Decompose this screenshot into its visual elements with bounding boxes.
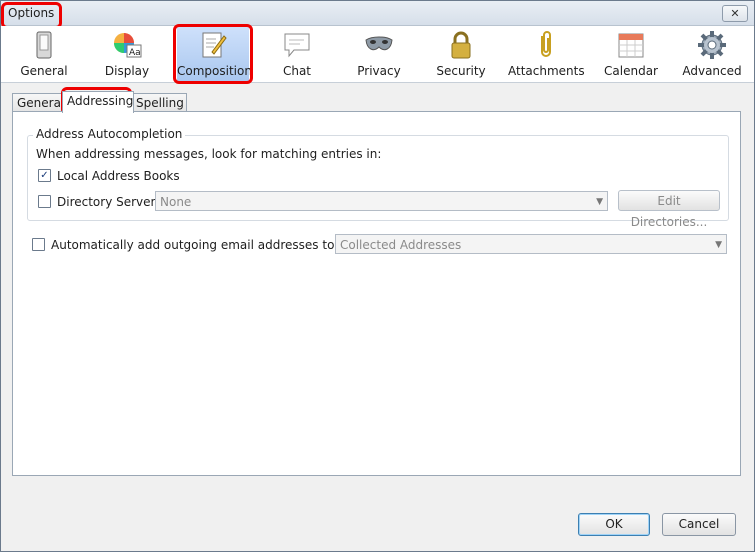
tab-general[interactable]: General: [12, 93, 64, 112]
select-value: Collected Addresses: [340, 238, 462, 252]
color-wheel-icon: Aa: [114, 33, 142, 58]
toolbar-label: Attachments: [508, 64, 585, 78]
select-value: None: [160, 195, 192, 209]
ok-button[interactable]: OK: [578, 513, 650, 536]
tab-addressing[interactable]: Addressing: [62, 91, 134, 113]
chat-bubble-icon: [284, 33, 310, 58]
toolbar-item-display[interactable]: Aa Display: [94, 26, 160, 82]
toolbar-label: Privacy: [357, 64, 401, 78]
edit-directories-button[interactable]: Edit Directories...: [618, 190, 720, 229]
paperclip-icon: [541, 31, 551, 57]
addressing-panel: Address Autocompletion When addressing m…: [12, 111, 741, 476]
close-icon[interactable]: ✕: [722, 5, 748, 22]
calendar-icon: [618, 33, 644, 58]
options-window: Options ✕ General Aa Display Composition…: [0, 0, 755, 552]
auto-add-checkbox[interactable]: [32, 238, 45, 251]
annotation-highlight-title: [1, 2, 62, 29]
toolbar-item-privacy[interactable]: Privacy: [346, 26, 412, 82]
toolbar-label: Display: [104, 64, 150, 78]
padlock-icon: [451, 31, 471, 59]
toolbar-label: Security: [436, 64, 486, 78]
toolbar-label: Advanced: [682, 64, 742, 78]
autocompletion-description: When addressing messages, look for match…: [36, 147, 382, 161]
toolbar-label: General: [20, 64, 68, 78]
toolbar-item-general[interactable]: General: [11, 26, 77, 82]
mask-icon: [365, 36, 393, 51]
chevron-down-icon: ▼: [596, 197, 603, 207]
collected-addresses-select[interactable]: Collected Addresses ▼: [335, 234, 727, 254]
local-address-books-label[interactable]: Local Address Books: [57, 169, 180, 183]
group-label: Address Autocompletion: [33, 127, 186, 141]
annotation-highlight-composition: [173, 24, 253, 84]
toolbar-item-attachments[interactable]: Attachments: [508, 26, 585, 82]
toolbar-label: Chat: [282, 64, 312, 78]
toolbar-item-advanced[interactable]: Advanced: [679, 26, 745, 82]
chevron-down-icon: ▼: [715, 240, 722, 250]
directory-server-label[interactable]: Directory Server:: [57, 195, 159, 209]
toolbar-item-security[interactable]: Security: [428, 26, 494, 82]
directory-server-select[interactable]: None ▼: [155, 191, 608, 211]
toolbar-item-calendar[interactable]: Calendar: [598, 26, 664, 82]
cancel-button[interactable]: Cancel: [662, 513, 736, 536]
gear-icon: [698, 31, 726, 59]
directory-server-checkbox[interactable]: [38, 195, 51, 208]
auto-add-label[interactable]: Automatically add outgoing email address…: [51, 238, 360, 252]
toolbar-item-chat[interactable]: Chat: [264, 26, 330, 82]
toolbar-label: Calendar: [604, 64, 658, 78]
title-bar: Options ✕: [1, 1, 754, 26]
preferences-toolbar: General Aa Display Composition Chat Priv…: [1, 26, 754, 83]
svg-text:Aa: Aa: [129, 48, 141, 58]
local-address-books-checkbox[interactable]: ✓: [38, 169, 51, 182]
tab-spelling[interactable]: Spelling: [131, 93, 187, 112]
phone-icon: [36, 31, 52, 59]
